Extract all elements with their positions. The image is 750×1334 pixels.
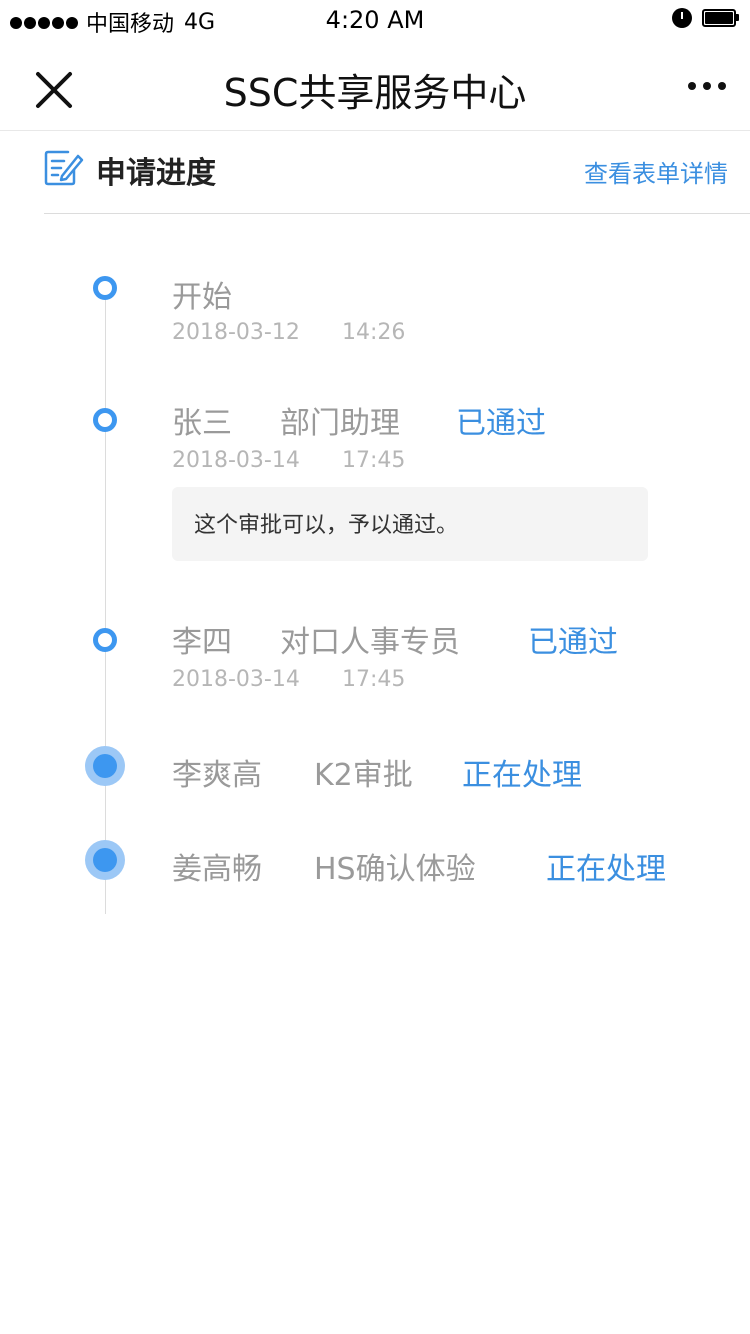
edit-form-icon — [44, 150, 84, 186]
status-time: 4:20 AM — [325, 6, 425, 34]
in-progress-step-icon — [85, 746, 125, 786]
status-right — [672, 8, 739, 28]
step-role: 对口人事专员 — [280, 625, 460, 660]
step-name: 李爽高 — [172, 758, 262, 793]
step-name: 开始 — [172, 280, 232, 315]
more-options-button[interactable] — [681, 82, 726, 90]
step-status: 已通过 — [528, 625, 618, 660]
step-name: 姜高畅 — [172, 852, 262, 887]
step-status: 正在处理 — [462, 758, 582, 793]
step-role: HS确认体验 — [314, 852, 476, 887]
step-role: K2审批 — [314, 758, 413, 793]
step-time: 17:45 — [342, 667, 406, 692]
step-status: 正在处理 — [546, 852, 666, 887]
timeline-line — [105, 298, 106, 914]
step-name: 张三 — [172, 406, 232, 441]
step-role: 部门助理 — [280, 406, 400, 441]
step-date: 2018-03-14 — [172, 667, 300, 692]
more-dot-icon — [703, 82, 711, 90]
completed-step-icon — [93, 628, 117, 652]
completed-step-icon — [93, 276, 117, 300]
alarm-icon — [672, 8, 692, 28]
completed-step-icon — [93, 408, 117, 432]
step-date: 2018-03-12 — [172, 320, 300, 345]
more-dot-icon — [718, 82, 726, 90]
view-form-details-link[interactable]: 查看表单详情 — [584, 154, 728, 189]
status-bar: 中国移动 4G 4:20 AM — [0, 0, 750, 42]
step-name: 李四 — [172, 625, 232, 660]
step-status: 已通过 — [456, 406, 546, 441]
battery-icon — [702, 9, 739, 27]
comment-text: 这个审批可以，予以通过。 — [194, 513, 459, 538]
progress-section-header: 申请进度 查看表单详情 — [44, 130, 750, 214]
step-time: 14:26 — [342, 320, 406, 345]
navigation-bar: SSC共享服务中心 — [0, 42, 750, 131]
step-date: 2018-03-14 — [172, 448, 300, 473]
step-time: 17:45 — [342, 448, 406, 473]
page-title: SSC共享服务中心 — [223, 71, 527, 115]
more-dot-icon — [688, 82, 696, 90]
section-title: 申请进度 — [96, 156, 216, 191]
approval-comment: 这个审批可以，予以通过。 — [172, 487, 648, 561]
in-progress-step-icon — [85, 840, 125, 880]
